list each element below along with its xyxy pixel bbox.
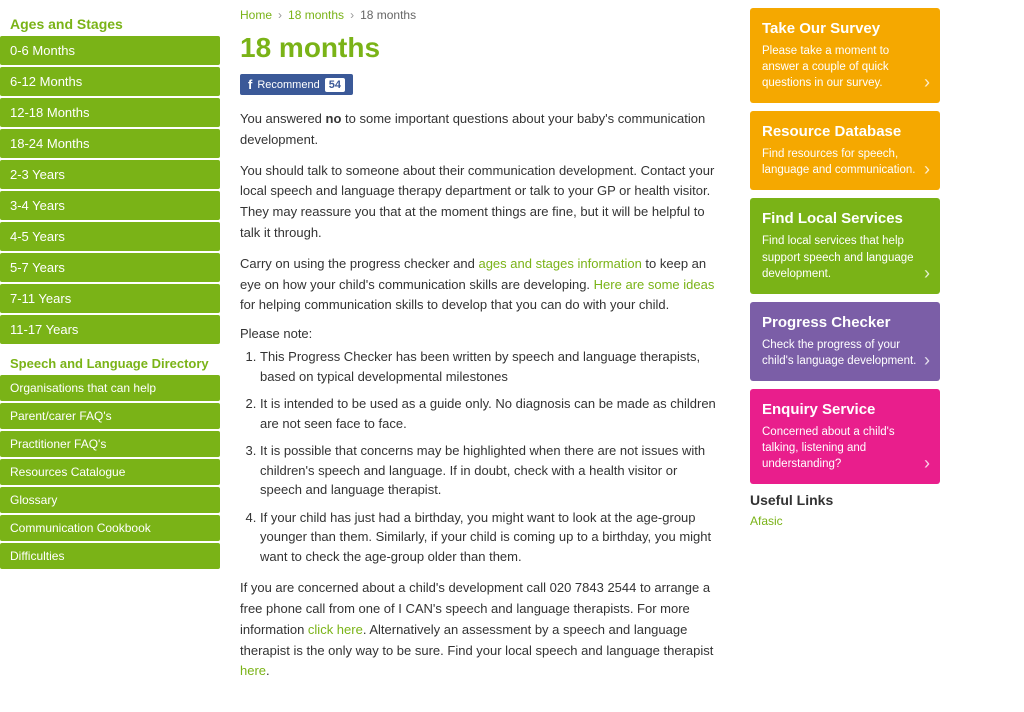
ages-stages-link[interactable]: ages and stages information [478,256,641,271]
note-label: Please note: [240,326,720,341]
list-item: If your child has just had a birthday, y… [260,508,720,567]
resource-title: Resource Database [762,123,928,140]
useful-links-title: Useful Links [750,492,940,508]
resource-arrow: › [924,159,930,180]
progress-widget[interactable]: Progress Checker Check the progress of y… [750,302,940,381]
resource-widget[interactable]: Resource Database Find resources for spe… [750,111,940,190]
enquiry-title: Enquiry Service [762,401,928,418]
sidebar-subitem-glossary[interactable]: Glossary [0,487,220,513]
directory-title: Speech and Language Directory [0,346,220,375]
useful-link-afasic[interactable]: Afasic [750,514,940,528]
enquiry-widget[interactable]: Enquiry Service Concerned about a child'… [750,389,940,484]
sidebar-item-3-4-years[interactable]: 3-4 Years [0,191,220,220]
sidebar-item-2-3-years[interactable]: 2-3 Years [0,160,220,189]
para1: You answered no to some important questi… [240,109,720,151]
sidebar-item-5-7-years[interactable]: 5-7 Years [0,253,220,282]
survey-title: Take Our Survey [762,20,928,37]
sidebar-item-12-18-months[interactable]: 12-18 Months [0,98,220,127]
para3: Carry on using the progress checker and … [240,254,720,316]
para4: If you are concerned about a child's dev… [240,578,720,682]
list-item: It is intended to be used as a guide onl… [260,394,720,433]
local-desc: Find local services that help support sp… [762,233,928,281]
sidebar-item-18-24-months[interactable]: 18-24 Months [0,129,220,158]
breadcrumb-sep1: › [278,8,282,22]
sidebar-item-7-11-years[interactable]: 7-11 Years [0,284,220,313]
note-list: This Progress Checker has been written b… [240,347,720,566]
survey-desc: Please take a moment to answer a couple … [762,43,928,91]
click-here-link[interactable]: click here [308,622,363,637]
ideas-link[interactable]: Here are some ideas [594,277,715,292]
breadcrumb-months[interactable]: 18 months [288,8,344,22]
ages-stages-title: Ages and Stages [0,10,220,36]
page-heading: 18 months [240,32,720,64]
list-item: It is possible that concerns may be high… [260,441,720,500]
fb-label: Recommend [257,79,319,91]
list-item: This Progress Checker has been written b… [260,347,720,386]
sidebar-item-11-17-years[interactable]: 11-17 Years [0,315,220,344]
fb-recommend-button[interactable]: f Recommend 54 [240,74,353,95]
breadcrumb: Home › 18 months › 18 months [240,8,720,22]
enquiry-desc: Concerned about a child's talking, liste… [762,424,928,472]
survey-widget[interactable]: Take Our Survey Please take a moment to … [750,8,940,103]
progress-arrow: › [924,350,930,371]
here-link[interactable]: here [240,663,266,678]
resource-desc: Find resources for speech, language and … [762,146,928,178]
progress-desc: Check the progress of your child's langu… [762,337,928,369]
breadcrumb-sep2: › [350,8,354,22]
sidebar-subitem-resources-catalogue[interactable]: Resources Catalogue [0,459,220,485]
breadcrumb-current: 18 months [360,8,416,22]
sidebar-item-4-5-years[interactable]: 4-5 Years [0,222,220,251]
sidebar-subitem-organisations-that-can-help[interactable]: Organisations that can help [0,375,220,401]
sidebar-subitem-practitioner-faq's[interactable]: Practitioner FAQ's [0,431,220,457]
fb-count: 54 [325,78,345,92]
sidebar-subitem-parent/carer-faq's[interactable]: Parent/carer FAQ's [0,403,220,429]
sidebar-subitem-communication-cookbook[interactable]: Communication Cookbook [0,515,220,541]
enquiry-arrow: › [924,453,930,474]
local-widget[interactable]: Find Local Services Find local services … [750,198,940,293]
sidebar-item-0-6-months[interactable]: 0-6 Months [0,36,220,65]
sidebar-item-6-12-months[interactable]: 6-12 Months [0,67,220,96]
local-arrow: › [924,263,930,284]
survey-arrow: › [924,72,930,93]
fb-icon: f [248,77,252,92]
local-title: Find Local Services [762,210,928,227]
para2: You should talk to someone about their c… [240,161,720,244]
sidebar-subitem-difficulties[interactable]: Difficulties [0,543,220,569]
progress-title: Progress Checker [762,314,928,331]
breadcrumb-home[interactable]: Home [240,8,272,22]
